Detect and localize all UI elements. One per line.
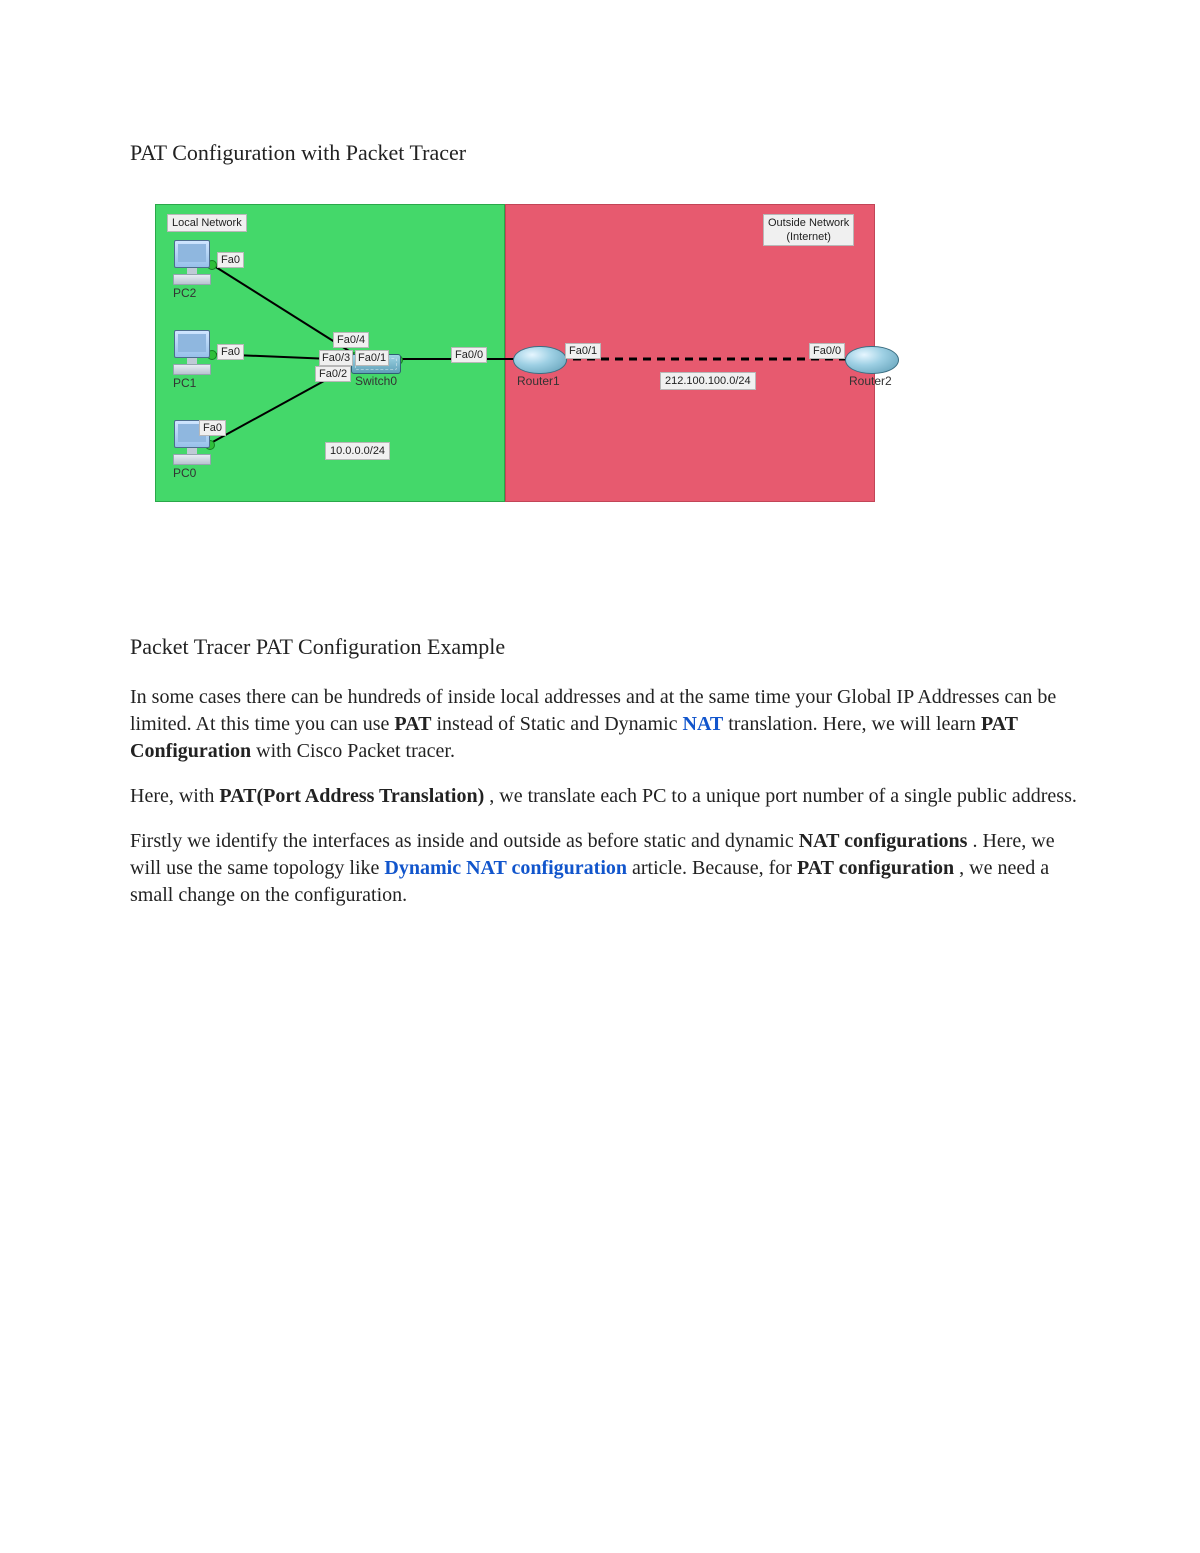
- text: article. Because, for: [632, 857, 797, 879]
- device-router1: [513, 346, 567, 374]
- text-bold-pat: PAT: [394, 713, 431, 735]
- paragraph-1: In some cases there can be hundreds of i…: [130, 684, 1080, 765]
- paragraph-3: Firstly we identify the interfaces as in…: [130, 828, 1080, 909]
- if-sw-fa02: Fa0/2: [315, 366, 351, 382]
- label-pc1: PC1: [173, 376, 196, 390]
- label-router1: Router1: [517, 374, 560, 388]
- label-subnet-wan: 212.100.100.0/24: [660, 372, 756, 390]
- if-r1-fa00: Fa0/0: [451, 347, 487, 363]
- if-sw-fa01: Fa0/1: [355, 350, 389, 366]
- if-r1-fa01: Fa0/1: [565, 343, 601, 359]
- if-sw-fa03: Fa0/3: [319, 350, 353, 366]
- page-title: PAT Configuration with Packet Tracer: [130, 140, 1080, 166]
- text: translation. Here, we will learn: [728, 713, 981, 735]
- if-pc1-fa0: Fa0: [217, 344, 244, 360]
- if-sw-fa04: Fa0/4: [333, 332, 369, 348]
- label-subnet-inside: 10.0.0.0/24: [325, 442, 390, 460]
- label-pc2: PC2: [173, 286, 196, 300]
- device-pc1: [171, 330, 213, 375]
- text: with Cisco Packet tracer.: [256, 740, 455, 762]
- if-r2-fa00: Fa0/0: [809, 343, 845, 359]
- label-router2: Router2: [849, 374, 892, 388]
- label-switch0: Switch0: [355, 374, 397, 388]
- text: instead of Static and Dynamic: [436, 713, 682, 735]
- paragraph-2: Here, with PAT(Port Address Translation)…: [130, 783, 1080, 810]
- if-pc2-fa0: Fa0: [217, 252, 244, 268]
- text: Here, with: [130, 785, 219, 807]
- text: Firstly we identify the interfaces as in…: [130, 830, 799, 852]
- text-bold-nat-conf: NAT configurations: [799, 830, 968, 852]
- if-pc0-fa0: Fa0: [199, 420, 226, 436]
- label-local-network: Local Network: [167, 214, 247, 232]
- device-pc2: [171, 240, 213, 285]
- device-router2: [845, 346, 899, 374]
- label-outside-network: Outside Network (Internet): [763, 214, 854, 246]
- section-title: Packet Tracer PAT Configuration Example: [130, 634, 1080, 660]
- link-dynamic-nat[interactable]: Dynamic NAT configuration: [384, 857, 627, 879]
- text-bold-pat-conf: PAT configuration: [797, 857, 954, 879]
- link-nat[interactable]: NAT: [683, 713, 724, 735]
- label-pc0: PC0: [173, 466, 196, 480]
- text-bold-pat-full: PAT(Port Address Translation): [219, 785, 484, 807]
- text: , we translate each PC to a unique port …: [489, 785, 1077, 807]
- network-diagram: Local Network Outside Network (Internet)…: [155, 204, 1080, 504]
